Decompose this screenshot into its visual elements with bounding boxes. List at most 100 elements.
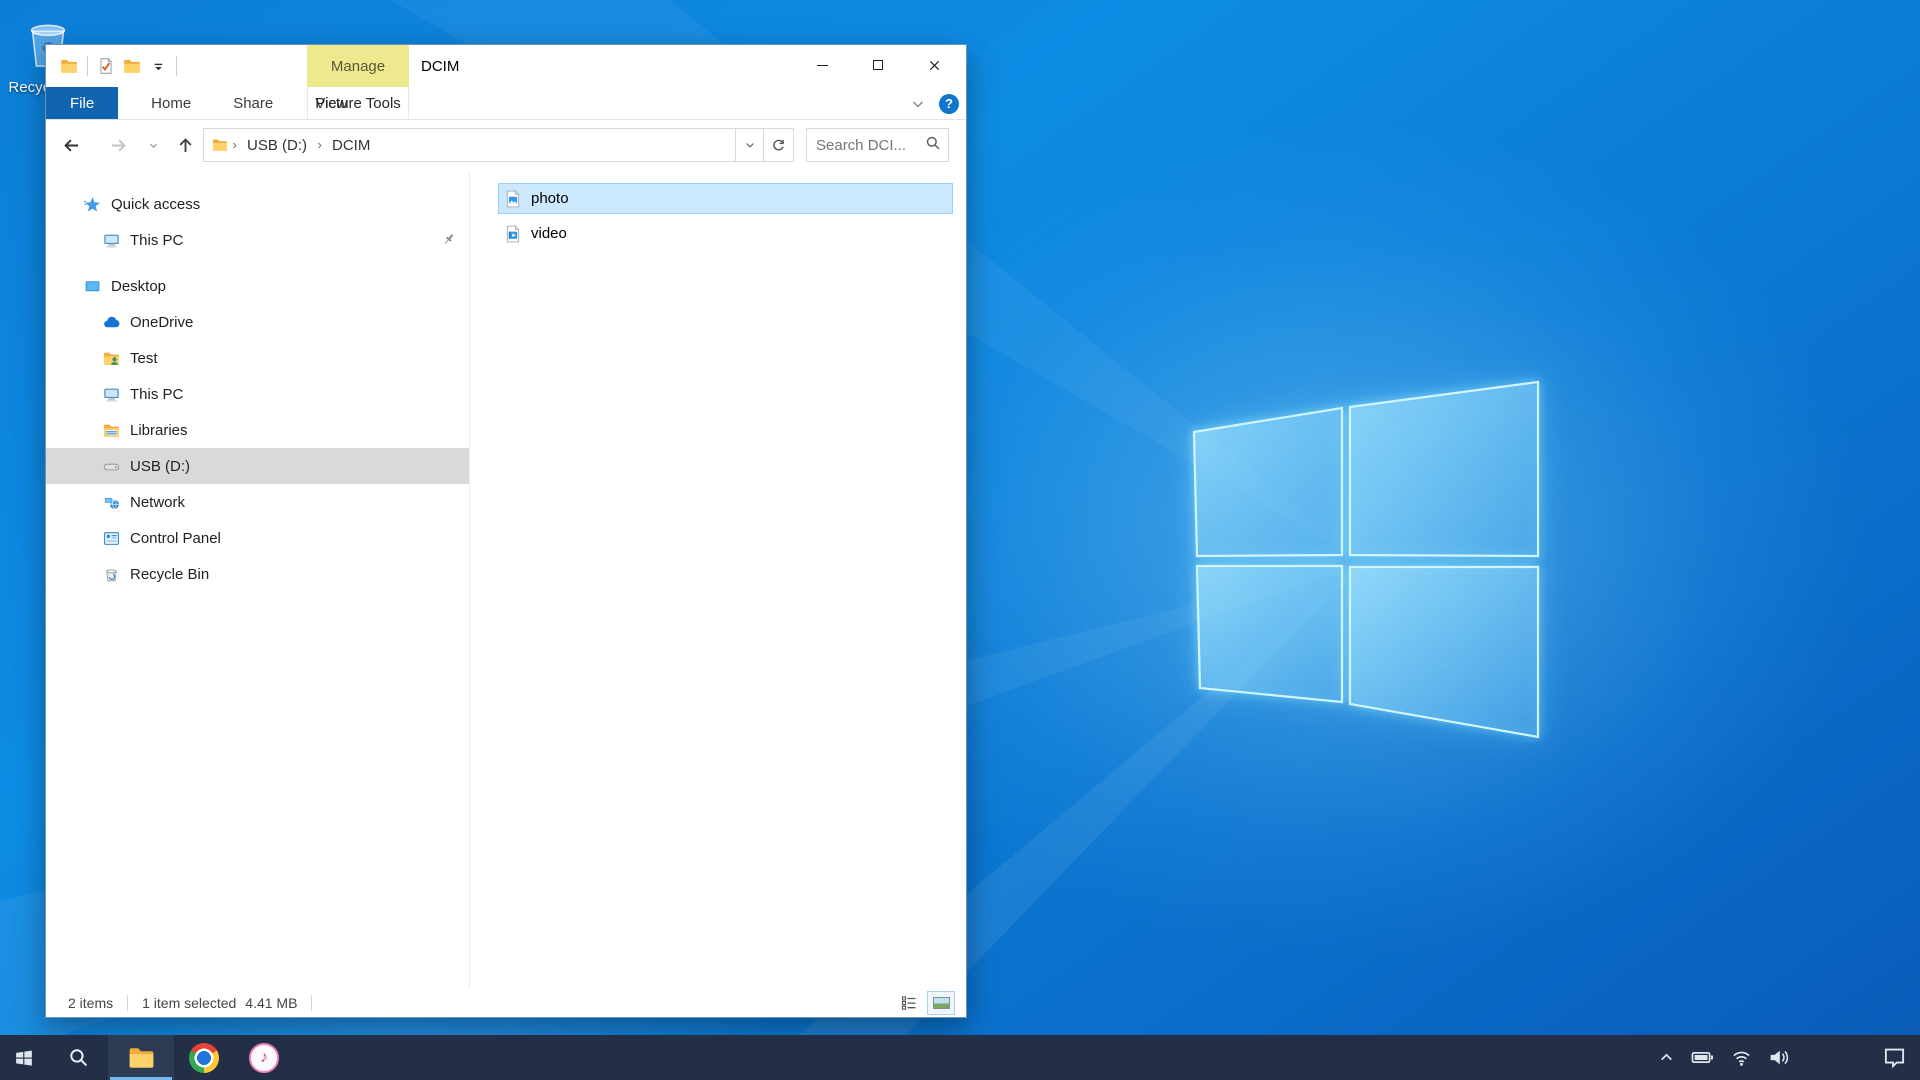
search-input[interactable] xyxy=(807,137,912,154)
sidebar-item-label: This PC xyxy=(130,386,183,403)
details-view-button[interactable] xyxy=(896,992,922,1014)
action-center-button[interactable] xyxy=(1883,1046,1906,1069)
sidebar-item-recycle-bin[interactable]: Recycle Bin xyxy=(46,556,469,592)
recent-locations-button[interactable] xyxy=(142,120,164,171)
expand-ribbon-chevron-icon[interactable] xyxy=(910,96,926,112)
minimize-icon xyxy=(817,65,828,66)
back-button[interactable] xyxy=(54,120,88,171)
sidebar-item-label: Quick access xyxy=(111,196,200,213)
recycle-bin-icon xyxy=(103,566,120,583)
sidebar-item-desktop[interactable]: Desktop xyxy=(46,268,469,304)
file-item-photo[interactable]: photo xyxy=(498,183,953,214)
details-view-icon xyxy=(901,995,917,1011)
titlebar: Manage DCIM xyxy=(46,45,966,87)
customize-chevron-icon xyxy=(151,59,166,74)
tab-share[interactable]: Share xyxy=(212,87,294,119)
sidebar-item-label: Test xyxy=(130,350,158,367)
up-arrow-icon xyxy=(176,136,195,155)
sidebar-item-control-panel[interactable]: Control Panel xyxy=(46,520,469,556)
sidebar-item-label: Desktop xyxy=(111,278,166,295)
sidebar-item-label: OneDrive xyxy=(130,314,193,331)
file-name: photo xyxy=(531,190,569,207)
tab-picture-tools[interactable]: Picture Tools xyxy=(307,87,409,120)
search-icon[interactable] xyxy=(925,135,941,156)
maximize-button[interactable] xyxy=(850,45,906,85)
windows-logo-wallpaper xyxy=(1190,378,1542,740)
sidebar-item-label: Libraries xyxy=(130,422,188,439)
quick-access-toolbar xyxy=(56,45,182,87)
sidebar-item-label: Network xyxy=(130,494,185,511)
maximize-icon xyxy=(873,60,883,70)
volume-tray-button[interactable] xyxy=(1768,1047,1789,1068)
minimize-button[interactable] xyxy=(794,45,850,85)
address-field[interactable]: USB (D:) DCIM xyxy=(203,128,736,162)
qat-separator xyxy=(176,56,177,76)
tab-home[interactable]: Home xyxy=(130,87,212,119)
action-center-icon xyxy=(1883,1046,1906,1069)
control-panel-icon xyxy=(103,530,120,547)
forward-button[interactable] xyxy=(101,120,135,171)
taskbar-itunes-button[interactable]: ♪ xyxy=(234,1035,294,1080)
video-file-icon xyxy=(504,225,522,243)
onedrive-cloud-icon xyxy=(103,314,120,331)
chevron-up-icon xyxy=(1658,1049,1675,1066)
sidebar-item-network[interactable]: Network xyxy=(46,484,469,520)
up-button[interactable] xyxy=(168,120,202,171)
breadcrumb-chevron-icon xyxy=(230,141,239,150)
qat-new-folder-button[interactable] xyxy=(119,51,145,81)
sidebar-item-this-pc-pinned[interactable]: This PC xyxy=(46,222,469,258)
large-icons-view-button[interactable] xyxy=(928,992,954,1014)
address-bar-row: USB (D:) DCIM xyxy=(46,120,966,171)
breadcrumb-segment-usb[interactable]: USB (D:) xyxy=(241,137,313,154)
wifi-tray-button[interactable] xyxy=(1731,1047,1752,1068)
start-button[interactable] xyxy=(0,1035,48,1080)
qat-customize-button[interactable] xyxy=(145,51,171,81)
file-list: photo video xyxy=(470,171,966,989)
manage-contextual-tab[interactable]: Manage xyxy=(307,45,409,87)
address-dropdown-button[interactable] xyxy=(736,128,764,162)
sidebar-group-spacer xyxy=(46,258,469,268)
libraries-folder-icon xyxy=(103,422,120,439)
file-item-video[interactable]: video xyxy=(498,218,953,249)
breadcrumb-chevron-icon xyxy=(315,141,324,150)
sidebar-item-label: Control Panel xyxy=(130,530,221,547)
sidebar-item-onedrive[interactable]: OneDrive xyxy=(46,304,469,340)
qat-folder-properties-button[interactable] xyxy=(56,51,82,81)
sidebar-item-label: This PC xyxy=(130,232,183,249)
folder-icon xyxy=(60,57,78,75)
qat-select-all-button[interactable] xyxy=(93,51,119,81)
wifi-icon xyxy=(1731,1047,1752,1068)
taskbar-search-button[interactable] xyxy=(48,1035,108,1080)
refresh-button[interactable] xyxy=(764,128,794,162)
ribbon-tabs: File Home Share View Picture Tools ? xyxy=(46,87,966,120)
taskbar-chrome-button[interactable] xyxy=(174,1035,234,1080)
sidebar-item-test[interactable]: Test xyxy=(46,340,469,376)
windows-start-icon xyxy=(15,1049,33,1067)
taskbar-file-explorer-button[interactable] xyxy=(108,1035,174,1080)
this-pc-monitor-icon xyxy=(103,232,120,249)
network-icon xyxy=(103,494,120,511)
hidden-icons-chevron-button[interactable] xyxy=(1658,1049,1675,1066)
sidebar-item-usb-d[interactable]: USB (D:) xyxy=(46,448,469,484)
sidebar-item-libraries[interactable]: Libraries xyxy=(46,412,469,448)
help-button[interactable]: ? xyxy=(939,94,959,114)
ribbon-right-controls: ? xyxy=(910,87,959,120)
chevron-down-icon xyxy=(148,140,159,151)
close-icon xyxy=(927,58,942,73)
desktop-monitor-icon xyxy=(84,278,101,295)
battery-icon xyxy=(1691,1047,1715,1068)
this-pc-monitor-icon xyxy=(103,386,120,403)
sidebar-item-label: USB (D:) xyxy=(130,458,190,475)
breadcrumb-segment-dcim[interactable]: DCIM xyxy=(326,137,376,154)
tab-file[interactable]: File xyxy=(46,87,118,119)
refresh-icon xyxy=(771,138,786,153)
window-controls xyxy=(794,45,962,85)
file-explorer-window: Manage DCIM File Home Share View Picture… xyxy=(45,44,967,1018)
sidebar-item-this-pc[interactable]: This PC xyxy=(46,376,469,412)
quick-access-star-icon xyxy=(84,196,101,213)
sidebar-item-quick-access[interactable]: Quick access xyxy=(46,186,469,222)
close-button[interactable] xyxy=(906,45,962,85)
status-bar: 2 items 1 item selected 4.41 MB xyxy=(46,989,966,1017)
forward-arrow-icon xyxy=(109,136,128,155)
battery-tray-button[interactable] xyxy=(1691,1047,1715,1068)
